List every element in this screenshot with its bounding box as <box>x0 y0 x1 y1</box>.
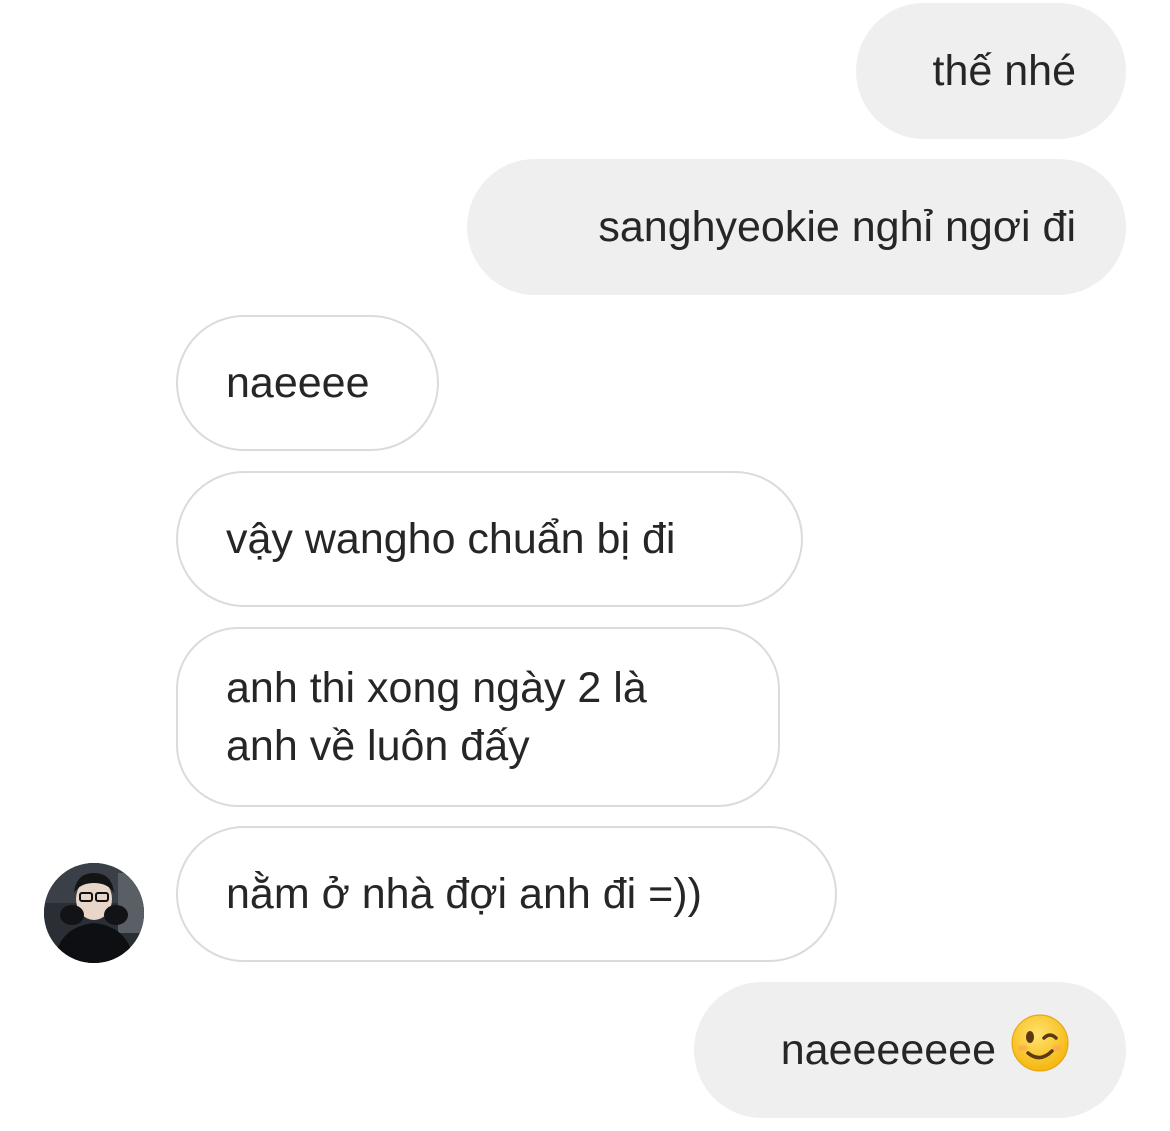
profile-photo <box>44 863 144 963</box>
message-bubble-received[interactable]: anh thi xong ngày 2 là anh về luôn đấy <box>176 627 780 807</box>
sender-avatar[interactable] <box>44 863 144 963</box>
message-text: sanghyeokie nghỉ ngơi đi <box>598 203 1076 251</box>
message-bubble-sent[interactable]: sanghyeokie nghỉ ngơi đi <box>467 159 1126 295</box>
message-bubble-received[interactable]: naeeee <box>176 315 439 451</box>
message-text: thế nhé <box>932 47 1076 95</box>
message-text: naeeeeeee <box>780 1026 996 1074</box>
message-text: anh thi xong ngày 2 là anh về luôn đấy <box>226 664 647 770</box>
message-bubble-sent[interactable]: naeeeeeee <box>694 982 1126 1118</box>
winking-face-emoji-icon <box>1010 1013 1070 1088</box>
message-text: nằm ở nhà đợi anh đi =)) <box>226 870 702 918</box>
message-bubble-received[interactable]: nằm ở nhà đợi anh đi =)) <box>176 826 837 962</box>
message-bubble-sent[interactable]: thế nhé <box>856 3 1126 139</box>
message-bubble-received[interactable]: vậy wangho chuẩn bị đi <box>176 471 803 607</box>
message-text: naeeee <box>226 359 370 407</box>
message-text: vậy wangho chuẩn bị đi <box>226 515 676 563</box>
